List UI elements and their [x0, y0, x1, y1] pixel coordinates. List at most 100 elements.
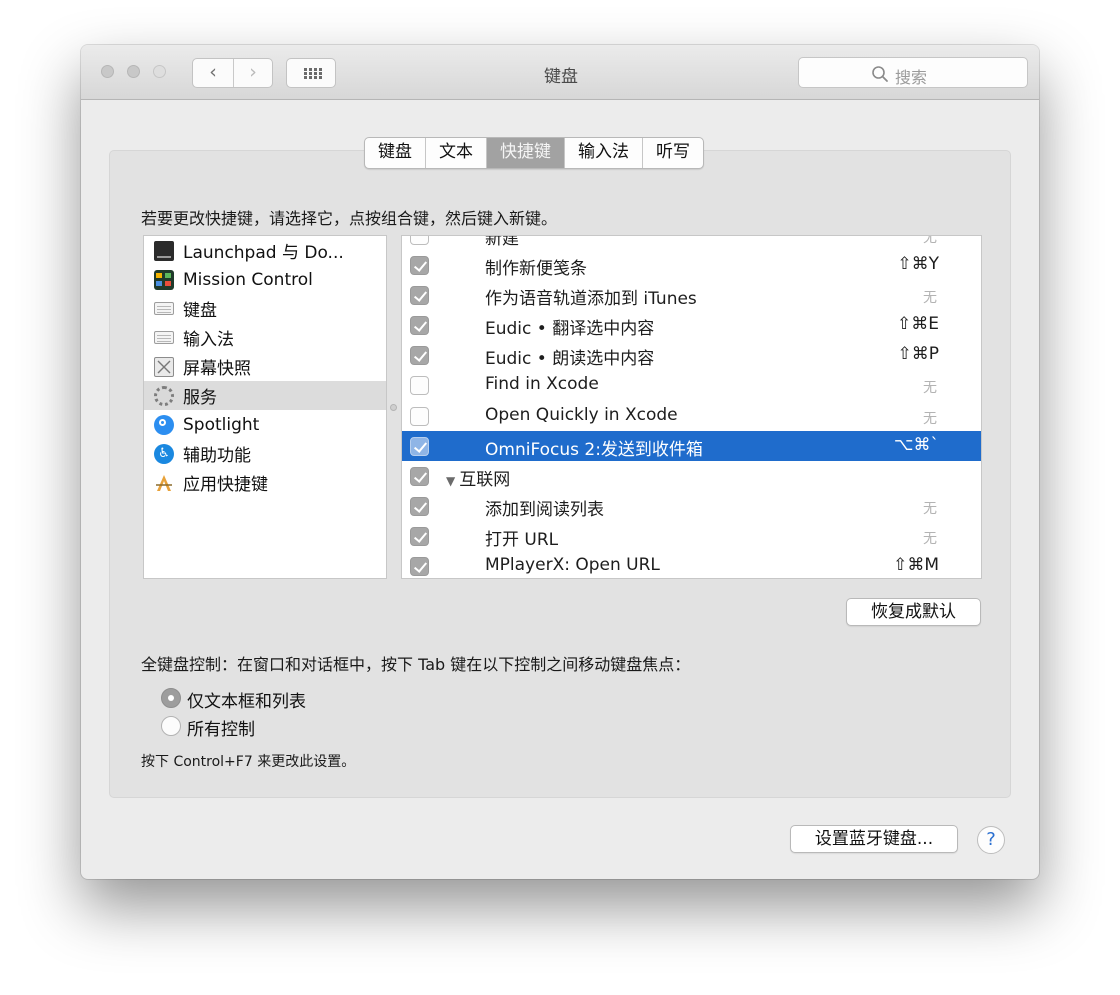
restore-defaults-button[interactable]: 恢复成默认	[846, 598, 981, 626]
category-label: Launchpad 与 Do...	[183, 243, 344, 263]
shortcut-checkbox[interactable]	[410, 557, 429, 577]
shortcut-group-row[interactable]: ▼ 互联网	[402, 461, 981, 491]
shortcut-row[interactable]: 制作新便笺条 ⇧⌘Y	[402, 250, 981, 280]
category-mission-control[interactable]: Mission Control	[144, 265, 386, 294]
title-bar: ‹ › 键盘 搜索	[81, 45, 1039, 100]
screenshot-icon	[154, 356, 174, 377]
shortcut-label: 打开 URL	[485, 529, 559, 550]
category-screenshots[interactable]: 屏幕快照	[144, 352, 386, 381]
shortcut-checkbox[interactable]	[410, 406, 429, 426]
shortcut-label: Open Quickly in Xcode	[485, 404, 678, 425]
control-f7-hint: 按下 Control+F7 来更改此设置。	[141, 754, 356, 770]
keyboard-preferences-window: ‹ › 键盘 搜索 键盘 文本 快捷键 输入法 听写 若要更改快捷键，请选择它，…	[81, 45, 1039, 879]
shortcut-label: 添加到阅读列表	[485, 499, 604, 520]
category-accessibility[interactable]: ♿ 辅助功能	[144, 439, 386, 468]
search-placeholder: 搜索	[895, 68, 928, 87]
tab-input-sources[interactable]: 输入法	[565, 138, 643, 168]
shortcut-row[interactable]: MPlayerX: Open URL ⇧⌘M	[402, 551, 981, 578]
shortcut-key[interactable]: ⌥⌘`	[894, 435, 939, 455]
shortcut-label: Eudic • 朗读选中内容	[485, 349, 655, 370]
radio-label[interactable]: 仅文本框和列表	[187, 687, 306, 712]
shortcut-key[interactable]: ⇧⌘E	[897, 314, 939, 334]
back-forward-control: ‹ ›	[192, 58, 273, 88]
shortcut-key[interactable]: 无	[923, 408, 937, 428]
shortcut-label: 新建	[485, 235, 519, 249]
shortcut-label: OmniFocus 2:发送到收件箱	[485, 439, 703, 460]
category-label: 屏幕快照	[183, 359, 251, 379]
category-label: 服务	[183, 388, 217, 408]
close-window-button[interactable]	[101, 65, 114, 78]
radio-label[interactable]: 所有控制	[187, 715, 255, 740]
shortcut-row[interactable]: 新建 无	[402, 235, 981, 250]
shortcut-key[interactable]: ⇧⌘P	[898, 344, 940, 364]
zoom-window-button[interactable]	[153, 65, 166, 78]
shortcut-label: 制作新便笺条	[485, 259, 587, 280]
shortcut-checkbox[interactable]	[410, 526, 429, 546]
search-field[interactable]: 搜索	[798, 57, 1028, 88]
shortcut-checkbox[interactable]	[410, 286, 429, 306]
shortcut-label: 作为语音轨道添加到 iTunes	[485, 289, 697, 310]
category-spotlight[interactable]: Spotlight	[144, 410, 386, 439]
shortcut-checkbox[interactable]	[410, 496, 429, 516]
shortcut-row[interactable]: 添加到阅读列表 无	[402, 491, 981, 521]
back-button[interactable]: ‹	[193, 59, 234, 87]
minimize-window-button[interactable]	[127, 65, 140, 78]
shortcut-checkbox[interactable]	[410, 466, 429, 486]
shortcut-key[interactable]: ⇧⌘M	[893, 555, 939, 575]
shortcut-key[interactable]: 无	[923, 287, 937, 307]
radio-text-boxes-and-lists[interactable]	[161, 688, 181, 708]
gear-icon	[154, 385, 174, 406]
shortcut-key[interactable]: 无	[923, 236, 937, 247]
shortcut-instructions: 若要更改快捷键，请选择它，点按组合键，然后键入新键。	[141, 209, 558, 228]
shortcut-key[interactable]: 无	[923, 377, 937, 397]
category-label: 键盘	[183, 301, 217, 321]
group-label[interactable]: ▼ 互联网	[446, 465, 510, 490]
shortcut-checkbox[interactable]	[410, 256, 429, 276]
keyboard-icon	[154, 302, 174, 315]
shortcut-key[interactable]: 无	[923, 498, 937, 518]
category-services[interactable]: 服务	[144, 381, 386, 410]
category-label: 应用快捷键	[183, 475, 268, 495]
shortcut-row[interactable]: Eudic • 翻译选中内容 ⇧⌘E	[402, 310, 981, 340]
app-shortcuts-icon	[154, 473, 174, 493]
shortcut-label: MPlayerX: Open URL	[485, 555, 660, 576]
category-keyboard[interactable]: 键盘	[144, 294, 386, 323]
disclosure-triangle-icon[interactable]: ▼	[446, 474, 455, 488]
category-label: Mission Control	[183, 269, 313, 290]
radio-all-controls[interactable]	[161, 716, 181, 736]
tab-keyboard[interactable]: 键盘	[365, 138, 426, 168]
category-list: Launchpad 与 Do... Mission Control 键盘 输入法…	[143, 235, 387, 579]
shortcut-row[interactable]: Find in Xcode 无	[402, 370, 981, 400]
shortcut-row[interactable]: Eudic • 朗读选中内容 ⇧⌘P	[402, 340, 981, 370]
tab-shortcuts[interactable]: 快捷键	[487, 138, 565, 168]
shortcut-row[interactable]: Open Quickly in Xcode 无	[402, 401, 981, 431]
show-all-button[interactable]	[286, 58, 336, 88]
shortcut-checkbox[interactable]	[410, 346, 429, 366]
category-app-shortcuts[interactable]: 应用快捷键	[144, 468, 386, 497]
split-view-handle[interactable]	[390, 404, 397, 411]
setup-bluetooth-keyboard-button[interactable]: 设置蓝牙键盘...	[790, 825, 958, 853]
shortcut-checkbox[interactable]	[410, 236, 429, 245]
shortcut-checkbox[interactable]	[410, 436, 429, 456]
shortcut-row[interactable]: 作为语音轨道添加到 iTunes 无	[402, 280, 981, 310]
category-launchpad-dock[interactable]: Launchpad 与 Do...	[144, 236, 386, 265]
shortcut-label: Eudic • 翻译选中内容	[485, 319, 655, 340]
shortcut-key[interactable]: 无	[923, 528, 937, 548]
shortcut-checkbox[interactable]	[410, 376, 429, 396]
spotlight-icon	[154, 414, 174, 435]
input-source-icon	[154, 331, 174, 344]
mission-control-icon	[154, 269, 174, 290]
forward-button[interactable]: ›	[233, 59, 272, 87]
category-label: 输入法	[183, 330, 234, 350]
shortcut-key[interactable]: ⇧⌘Y	[897, 254, 939, 274]
tab-dictation[interactable]: 听写	[643, 138, 703, 168]
accessibility-icon: ♿	[154, 443, 174, 464]
help-button[interactable]: ?	[977, 826, 1005, 854]
group-title: 互联网	[459, 469, 511, 490]
shortcut-checkbox[interactable]	[410, 316, 429, 336]
shortcut-row-selected[interactable]: OmniFocus 2:发送到收件箱 ⌥⌘`	[402, 430, 981, 461]
tab-bar: 键盘 文本 快捷键 输入法 听写	[364, 137, 704, 169]
category-input-sources[interactable]: 输入法	[144, 323, 386, 352]
shortcut-row[interactable]: 打开 URL 无	[402, 521, 981, 551]
tab-text[interactable]: 文本	[426, 138, 487, 168]
